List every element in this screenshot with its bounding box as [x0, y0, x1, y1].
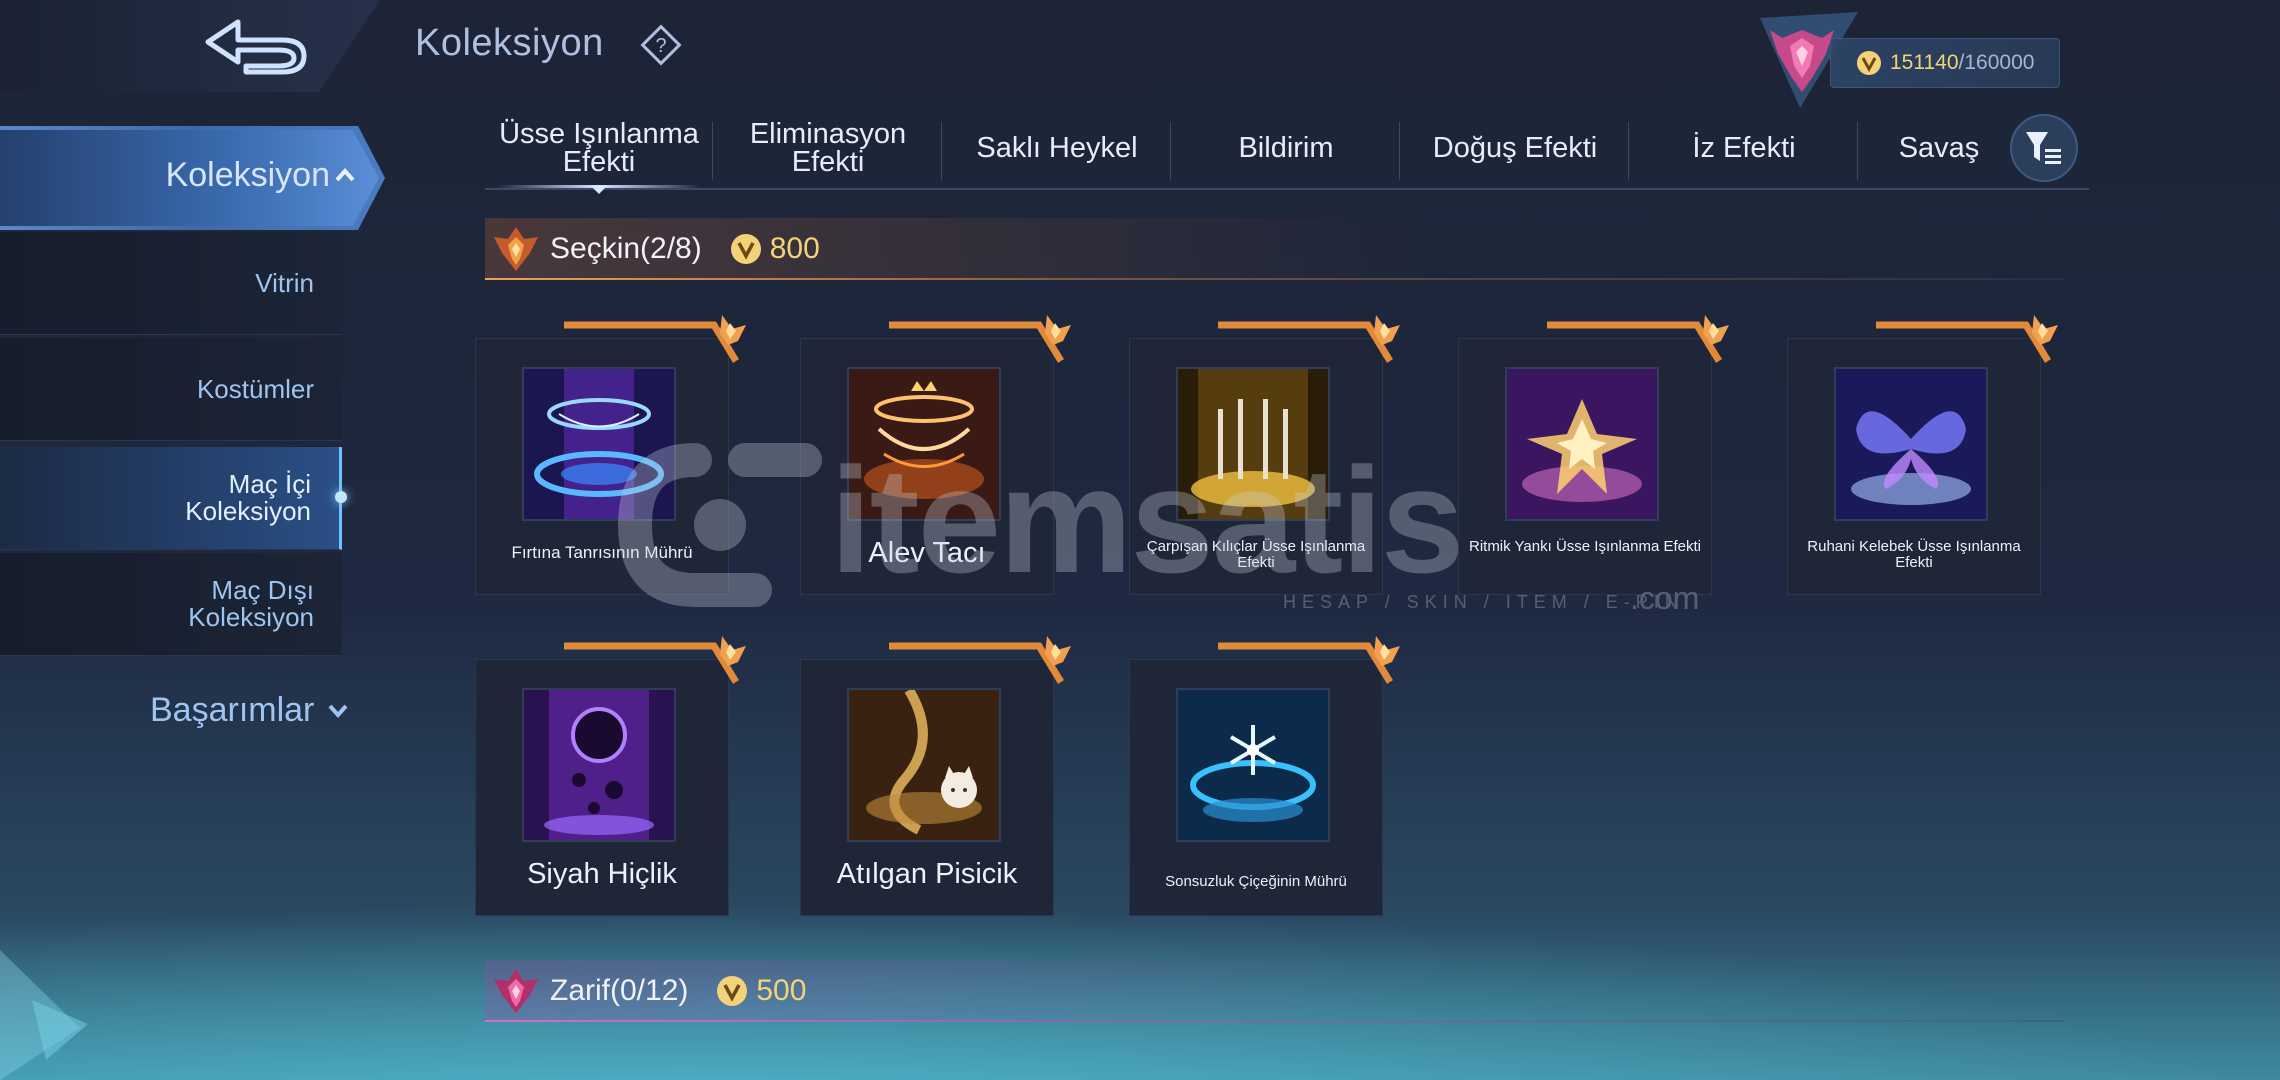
effect-thumbnail — [847, 367, 1001, 521]
sidebar-item-vitrin[interactable]: Vitrin — [0, 232, 342, 335]
page-title: Koleksiyon — [415, 22, 604, 64]
filter-button[interactable] — [2010, 114, 2078, 182]
collection-card[interactable]: Alev Tacı — [800, 315, 1071, 595]
chevron-down-icon — [328, 704, 348, 719]
tab-usse-isinlanma-efekti[interactable]: Üsse Işınlanma Efekti — [485, 110, 713, 194]
effect-thumbnail — [1505, 367, 1659, 521]
card-label: Siyah Hiçlik — [527, 858, 677, 890]
collection-card[interactable]: Fırtına Tanrısının Mührü — [475, 315, 746, 595]
section-underline — [485, 278, 2065, 280]
card-corner-trim — [1876, 315, 2058, 363]
tab-label: Saklı Heykel — [976, 132, 1138, 164]
tab-label: Doğuş Efekti — [1432, 132, 1598, 164]
sidebar-item-label-line1: Maç Dışı — [211, 575, 314, 605]
coin-icon — [730, 234, 761, 264]
tab-label: Eliminasyon Efekti — [750, 120, 906, 178]
sidebar-item-label-line2: Koleksiyon — [185, 496, 311, 526]
card-label: Sonsuzluk Çiçeğinin Mührü — [1165, 873, 1347, 890]
card-corner-trim — [889, 636, 1071, 684]
back-arrow-icon — [205, 19, 307, 75]
collection-card[interactable]: Ruhani Kelebek Üsse Işınlanma Efekti — [1787, 315, 2058, 595]
tab-bar: Üsse Işınlanma Efekti Eliminasyon Efekti S… — [485, 110, 2089, 194]
section-header-seckin: Seçkin(2/8) 800 — [485, 218, 2065, 280]
tab-label-line2: Efekti — [791, 146, 865, 178]
tab-label: Savaş — [1898, 132, 1980, 164]
card-corner-trim — [564, 636, 746, 684]
collection-card[interactable]: Çarpışan Kılıçlar Üsse Işınlanma Efekti — [1129, 315, 1400, 595]
sidebar-achievements[interactable]: Başarımlar — [150, 688, 360, 732]
card-corner-trim — [1218, 315, 1400, 363]
effect-thumbnail — [1176, 367, 1330, 521]
card-label: Ruhani Kelebek Üsse Işınlanma Efekti — [1807, 538, 2021, 571]
collection-card[interactable]: Atılgan Pisicik — [800, 636, 1071, 916]
sidebar-item-label: Vitrin — [255, 267, 314, 298]
chevron-up-icon — [335, 167, 355, 182]
section-title: Zarif(0/12) — [550, 974, 689, 1007]
effect-thumbnail — [522, 688, 676, 842]
sidebar-item-mac-ici-koleksiyon[interactable]: Maç İçi Koleksiyon — [0, 447, 347, 550]
collection-card[interactable]: Sonsuzluk Çiçeğinin Mührü — [1129, 636, 1400, 916]
section-title: Seçkin(2/8) — [550, 232, 702, 265]
card-corner-trim — [564, 315, 746, 363]
zarif-tier-icon — [494, 969, 538, 1013]
sidebar-item-mac-disi-koleksiyon[interactable]: Maç Dışı Koleksiyon — [0, 553, 342, 656]
tab-iz-efekti[interactable]: İz Efekti — [1630, 110, 1858, 186]
seckin-tier-icon — [494, 227, 538, 271]
card-label: Ritmik Yankı Üsse Işınlanma Efekti — [1468, 538, 1702, 555]
tab-label-line2: Efekti — [562, 146, 636, 178]
section-price: 500 — [756, 974, 807, 1007]
section-underline — [485, 1020, 2065, 1022]
help-icon[interactable]: ? — [640, 24, 682, 66]
card-label: Alev Tacı — [868, 537, 986, 569]
card-corner-trim — [1218, 636, 1400, 684]
active-tab-marker — [591, 186, 607, 194]
sidebar-item-label-line1: Maç İçi — [228, 469, 311, 499]
sidebar-item-label: Maç Dışı Koleksiyon — [188, 577, 314, 631]
currency-max: 160000 — [1964, 51, 2035, 74]
watermark-subtext: HESAP / SKIN / ITEM / E-PIN — [1283, 592, 1684, 612]
diamond-balance[interactable]: 151140/160000 — [1830, 38, 2060, 88]
achievements-label: Başarımlar — [150, 690, 315, 729]
card-label: Fırtına Tanrısının Mührü — [511, 543, 693, 562]
sidebar-collection-label: Koleksiyon — [165, 156, 330, 194]
tab-label: İz Efekti — [1692, 132, 1796, 164]
card-corner-trim — [1547, 315, 1729, 363]
tab-dogus-efekti[interactable]: Doğuş Efekti — [1401, 110, 1629, 186]
coin-icon — [1857, 51, 1881, 75]
filter-icon — [2026, 132, 2061, 164]
collection-card[interactable]: Ritmik Yankı Üsse Işınlanma Efekti — [1458, 315, 1729, 595]
section-price: 800 — [769, 232, 820, 265]
tab-bildirim[interactable]: Bildirim — [1172, 110, 1400, 186]
tab-sakli-heykel[interactable]: Saklı Heykel — [943, 110, 1171, 186]
sidebar-item-kostumler[interactable]: Kostümler — [0, 338, 342, 441]
back-bar — [0, 0, 380, 92]
effect-thumbnail — [522, 367, 676, 521]
tab-eliminasyon-efekti[interactable]: Eliminasyon Efekti — [714, 110, 942, 186]
active-indicator — [335, 491, 347, 503]
card-label: Atılgan Pisicik — [836, 858, 1018, 890]
svg-text:?: ? — [655, 35, 666, 57]
sidebar-item-label-line2: Koleksiyon — [188, 602, 314, 632]
coin-icon — [717, 976, 748, 1006]
currency-current: 151140 — [1890, 51, 1959, 74]
back-button[interactable] — [195, 14, 313, 78]
sidebar-item-label: Maç İçi Koleksiyon — [185, 471, 311, 525]
collection-card[interactable]: Siyah Hiçlik — [475, 636, 746, 916]
tab-label: Bildirim — [1238, 132, 1334, 164]
tab-savas[interactable]: Savaş — [1859, 110, 2019, 186]
card-label: Çarpışan Kılıçlar Üsse Işınlanma Efekti — [1146, 538, 1366, 571]
effect-thumbnail — [1834, 367, 1988, 521]
sidebar-collection-header[interactable]: Koleksiyon — [0, 126, 385, 230]
effect-thumbnail — [1176, 688, 1330, 842]
section-header-zarif: Zarif(0/12) 500 — [485, 960, 2065, 1022]
effect-thumbnail — [847, 688, 1001, 842]
card-corner-trim — [889, 315, 1071, 363]
tab-label: Üsse Işınlanma Efekti — [499, 120, 699, 178]
sidebar-item-label: Kostümler — [196, 373, 314, 404]
